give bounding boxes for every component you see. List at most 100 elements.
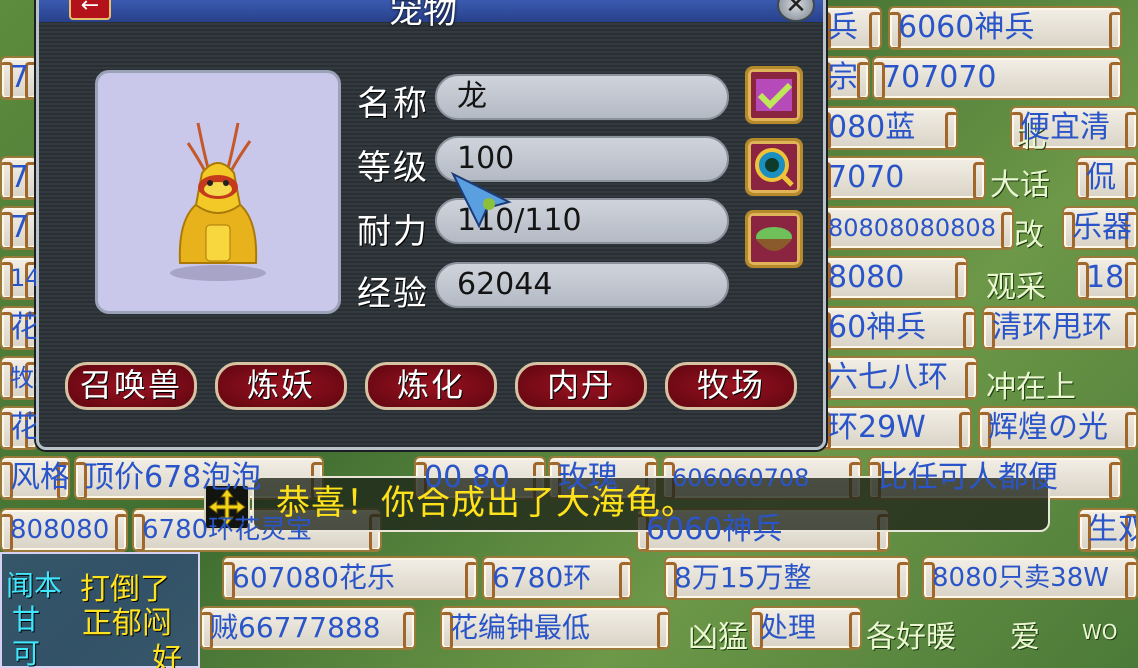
stall-sign[interactable]: 花 [0, 406, 38, 450]
stall-text: 6060神兵 [646, 512, 783, 547]
stall-sign[interactable]: 六七八环 [818, 356, 978, 400]
stall-sign[interactable]: 侃 [1076, 156, 1138, 200]
window-title: 宠物 [389, 0, 457, 32]
confirm-checkbox-button[interactable] [745, 66, 803, 124]
name-field[interactable]: 龙 [435, 74, 729, 120]
stall-sign[interactable]: 18 [1076, 256, 1138, 300]
stall-text: 808080 [10, 515, 110, 545]
stall-text: 080蓝 [828, 110, 916, 145]
stall-sign[interactable]: 707070 [872, 56, 1122, 100]
stall-sign[interactable]: 花编钟最低 [440, 606, 670, 650]
stall-sign[interactable]: 7 [0, 56, 38, 100]
stall-sign[interactable]: 环29W [818, 406, 972, 450]
stall-sign[interactable]: 乐器 [1062, 206, 1138, 250]
feed-button[interactable] [745, 210, 803, 268]
stall-sign[interactable]: 风格 [0, 456, 70, 500]
stall-sign[interactable]: 607080花乐 [222, 556, 478, 600]
stall-text: 处理 [760, 611, 817, 644]
stall-sign[interactable]: 7 [0, 206, 38, 250]
stall-sign[interactable]: 60神兵 [818, 306, 976, 350]
stall-sign[interactable]: 8080只卖38W [922, 556, 1138, 600]
stall-sign[interactable]: 贼66777888 [200, 606, 416, 650]
stall-sign[interactable]: 比任可人都便 [868, 456, 1122, 500]
stall-text: 8万15万整 [674, 561, 812, 594]
refine-monster-button[interactable]: 炼妖 [215, 362, 347, 410]
stall-text: 606060708 [672, 464, 810, 492]
stall-text: 7 [10, 60, 30, 95]
stall-name: 观采 [986, 270, 1046, 305]
stall-text: 花 [10, 410, 38, 445]
stall-text: 玫瑰 [558, 460, 618, 495]
exp-label: 经验 [357, 274, 429, 314]
stall-text: 便宜清 [1020, 110, 1110, 145]
stall-text: 6780环 [492, 561, 592, 594]
inspect-button[interactable] [745, 138, 803, 196]
stall-text: 贼66777888 [210, 611, 381, 644]
golden-dragon-pet-image [170, 122, 266, 281]
stall-text: 14 [10, 264, 38, 292]
stall-sign[interactable]: 6780环 [482, 556, 632, 600]
stall-sign[interactable]: 808080 [0, 508, 128, 552]
stall-text: 6060神兵 [898, 10, 1035, 45]
stall-sign[interactable]: 7070 [818, 156, 986, 200]
stall-text: 兵 [828, 10, 858, 45]
stall-text: 8080只卖38W [932, 563, 1109, 593]
stall-text: 707070 [882, 60, 997, 95]
stall-text: 清环甩环 [992, 310, 1112, 345]
close-icon: ✕ [785, 0, 807, 20]
stall-sign[interactable]: 便宜清 [1010, 106, 1138, 150]
pet-window: 宠物 ← ✕ 名称 龙 等级 100 耐力 110/110 经验 62044 召… [36, 0, 826, 450]
back-arrow-icon: ← [80, 0, 100, 18]
stall-sign[interactable]: 7 [0, 156, 38, 200]
stall-name: 大话 [990, 168, 1050, 203]
inner-core-button[interactable]: 内丹 [515, 362, 647, 410]
exp-value: 62044 [457, 267, 553, 302]
stall-text: 花编钟最低 [450, 611, 591, 644]
food-bowl-icon [756, 227, 792, 251]
stall-sign[interactable]: 8080 [818, 256, 968, 300]
stall-text: 607080花乐 [232, 561, 395, 594]
player-name: WO [1082, 620, 1118, 644]
stall-text: 7 [10, 160, 30, 195]
stall-sign[interactable]: 辉煌の光 [978, 406, 1138, 450]
stall-text: 辉煌の光 [988, 410, 1108, 445]
stall-text: 环29W [828, 410, 926, 445]
stall-text: 顶价678泡泡 [84, 460, 262, 495]
stall-sign[interactable]: 080蓝 [818, 106, 958, 150]
stall-name: 冲在上 [986, 370, 1076, 405]
stall-sign[interactable]: 14 [0, 256, 38, 300]
player-name: 爱 [1010, 620, 1040, 655]
stall-text: 60神兵 [828, 310, 927, 345]
name-value: 龙 [457, 79, 487, 114]
chat-text: 好 [152, 642, 182, 668]
magnifier-icon [755, 148, 794, 187]
stall-text: 18 [1086, 260, 1125, 295]
stall-text: 00 80 [424, 460, 510, 495]
exp-field: 62044 [435, 262, 729, 308]
level-label: 等级 [357, 148, 429, 188]
stall-sign[interactable]: 8万15万整 [664, 556, 910, 600]
stall-text: 7 [10, 210, 30, 245]
stall-text: 7070 [828, 160, 905, 195]
stall-sign[interactable]: 6060神兵 [888, 6, 1122, 50]
stall-sign[interactable]: 清环甩环 [982, 306, 1138, 350]
stall-text: 牧现 [10, 364, 36, 392]
checkbox-icon [756, 79, 793, 111]
stall-text: 80808080808 [828, 214, 996, 242]
chat-side-text: 可 [12, 637, 41, 668]
ranch-button[interactable]: 牧场 [665, 362, 797, 410]
back-button[interactable]: ← [69, 0, 111, 20]
stall-sign[interactable]: 花 [0, 306, 38, 350]
smelt-button[interactable]: 炼化 [365, 362, 497, 410]
stall-sign[interactable]: 处理 [750, 606, 862, 650]
stall-sign[interactable]: 80808080808 [818, 206, 1014, 250]
stall-text: 6780环花灵宝 [142, 515, 313, 545]
stall-sign[interactable]: 兵 [818, 6, 882, 50]
stall-text: 宗 [828, 60, 858, 95]
summon-beast-button[interactable]: 召唤兽 [65, 362, 197, 410]
stall-text: 六七八环 [828, 360, 948, 395]
stall-sign[interactable]: 生双 [1078, 508, 1138, 552]
stall-sign[interactable]: 牧现 [0, 356, 38, 400]
chat-corner[interactable]: 闻本 甘 可 打倒了 正郁闷 好 [0, 552, 200, 668]
stall-text: 生双 [1088, 512, 1136, 547]
